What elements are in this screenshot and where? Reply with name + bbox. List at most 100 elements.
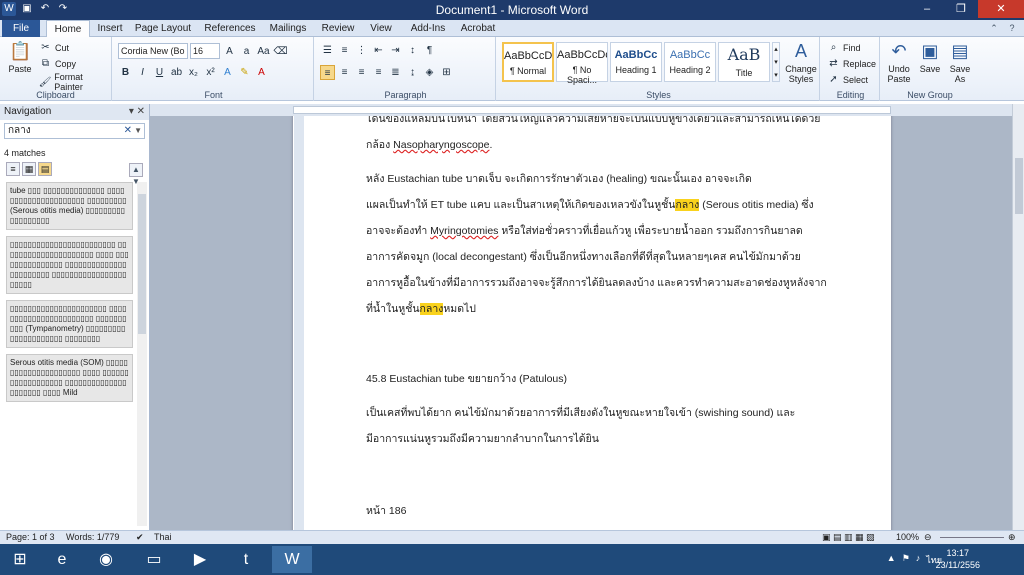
- horizontal-ruler[interactable]: [150, 104, 1012, 116]
- change-case-icon[interactable]: Aa: [256, 44, 271, 59]
- format-painter-button[interactable]: 🖌 Format Painter: [38, 72, 111, 92]
- media-icon[interactable]: ▶: [180, 546, 220, 573]
- navigation-scrollbar[interactable]: [137, 182, 147, 526]
- select-button[interactable]: ➚ Select: [826, 72, 868, 87]
- style-no-spacing[interactable]: AaBbCcDc ¶ No Spaci...: [556, 42, 608, 85]
- line-spacing-icon[interactable]: ↨: [405, 65, 420, 80]
- document-page[interactable]: โดนของแหลมบนใบหน้า โดยส่วนใหญ่แล้วความเส…: [293, 116, 891, 530]
- chrome-icon[interactable]: ◉: [86, 546, 126, 573]
- borders-icon[interactable]: ⊞: [439, 65, 454, 80]
- replace-button[interactable]: ⇄ Replace: [826, 56, 876, 71]
- font-size-combo[interactable]: 16: [190, 43, 220, 59]
- styles-scroll[interactable]: ▴ ▾ ▾: [772, 42, 780, 82]
- navigation-search-input[interactable]: กลาง ✕ ▼: [4, 123, 145, 139]
- tab-review[interactable]: Review: [320, 20, 356, 37]
- result-nav-arrows[interactable]: ▲ ▼: [129, 163, 143, 186]
- minimize-ribbon-icon[interactable]: ⌃: [988, 22, 1000, 34]
- save-button[interactable]: ▣ Save: [916, 40, 944, 74]
- ie-icon[interactable]: e: [42, 546, 82, 573]
- bullets-icon[interactable]: ☰: [320, 43, 335, 58]
- style-heading-2[interactable]: AaBbCc Heading 2: [664, 42, 716, 82]
- navigation-scroll-thumb[interactable]: [138, 194, 146, 334]
- search-result-item[interactable]: tube ▯▯▯ ▯▯▯▯▯▯▯▯▯▯▯▯▯▯ ▯▯▯▯▯▯▯▯▯▯▯▯▯▯▯▯…: [6, 182, 133, 230]
- view-buttons[interactable]: ▣ ▤ ▥ ▦ ▧: [822, 531, 875, 544]
- close-navigation-icon[interactable]: ▾ ✕: [129, 104, 145, 120]
- tray-arrow-icon[interactable]: ▲: [887, 553, 896, 567]
- subscript-icon[interactable]: x₂: [186, 65, 201, 80]
- text-effects-icon[interactable]: A: [220, 65, 235, 80]
- clock[interactable]: 13:17 23/11/2556: [936, 547, 980, 571]
- tab-acrobat[interactable]: Acrobat: [458, 20, 498, 37]
- explorer-icon[interactable]: ▭: [134, 546, 174, 573]
- browse-pages-icon[interactable]: ▦: [22, 162, 36, 176]
- tab-page-layout[interactable]: Page Layout: [134, 20, 192, 37]
- strikethrough-icon[interactable]: ab: [169, 65, 184, 80]
- volume-icon[interactable]: ♪: [916, 553, 921, 567]
- show-formatting-icon[interactable]: ¶: [422, 43, 437, 58]
- clear-format-icon[interactable]: ⌫: [273, 44, 288, 59]
- highlight-icon[interactable]: ✎: [237, 65, 252, 80]
- tab-mailings[interactable]: Mailings: [266, 20, 310, 37]
- minimize-button[interactable]: ‒: [910, 0, 944, 18]
- page-count[interactable]: Page: 1 of 3: [6, 531, 55, 544]
- tab-file[interactable]: File: [2, 20, 40, 37]
- zoom-level[interactable]: 100%: [896, 531, 919, 544]
- distributed-icon[interactable]: ≣: [388, 65, 403, 80]
- word-count[interactable]: Words: 1/779: [66, 531, 119, 544]
- grow-font-icon[interactable]: A: [222, 44, 237, 59]
- numbering-icon[interactable]: ≡: [337, 43, 352, 58]
- language-indicator[interactable]: Thai: [154, 531, 172, 544]
- zoom-slider[interactable]: [940, 537, 1004, 538]
- style-normal[interactable]: AaBbCcDc ¶ Normal: [502, 42, 554, 82]
- increase-indent-icon[interactable]: ⇥: [388, 43, 403, 58]
- multilevel-list-icon[interactable]: ⋮: [354, 43, 369, 58]
- save-as-button[interactable]: ▤ Save As: [946, 40, 974, 84]
- shrink-font-icon[interactable]: a: [239, 44, 254, 59]
- change-styles-button[interactable]: A Change Styles: [784, 40, 818, 84]
- tab-home[interactable]: Home: [46, 20, 90, 38]
- sort-icon[interactable]: ↕: [405, 43, 420, 58]
- zoom-out-icon[interactable]: ⊖: [924, 531, 932, 544]
- align-center-icon[interactable]: ≡: [337, 65, 352, 80]
- shading-icon[interactable]: ◈: [422, 65, 437, 80]
- style-title[interactable]: AaB Title: [718, 42, 770, 82]
- undo-paste-button[interactable]: ↶ Undo Paste: [884, 40, 914, 84]
- document-scroll-thumb[interactable]: [1015, 158, 1023, 214]
- copy-button[interactable]: ⧉ Copy: [38, 56, 76, 71]
- search-options-icon[interactable]: ▼: [134, 124, 142, 138]
- justify-icon[interactable]: ≡: [371, 65, 386, 80]
- search-result-item[interactable]: ▯▯▯▯▯▯▯▯▯▯▯▯▯▯▯▯▯▯▯▯▯▯▯▯ ▯▯▯▯▯▯▯▯▯▯▯▯▯▯▯…: [6, 236, 133, 294]
- tab-insert[interactable]: Insert: [92, 20, 128, 37]
- align-right-icon[interactable]: ≡: [354, 65, 369, 80]
- align-left-icon[interactable]: ≡: [320, 65, 335, 80]
- font-name-combo[interactable]: Cordia New (Bo: [118, 43, 188, 59]
- italic-icon[interactable]: I: [135, 65, 150, 80]
- search-result-item[interactable]: ▯▯▯▯▯▯▯▯▯▯▯▯▯▯▯▯▯▯▯▯▯▯ ▯▯▯▯▯▯▯▯▯▯▯▯▯▯▯▯▯…: [6, 300, 133, 348]
- proofing-icon[interactable]: ✔: [136, 531, 144, 544]
- network-icon[interactable]: ⚑: [902, 553, 910, 567]
- tab-add-ins[interactable]: Add-Ins: [408, 20, 448, 37]
- style-heading-1[interactable]: AaBbCc Heading 1: [610, 42, 662, 82]
- paste-button[interactable]: 📋 Paste: [4, 40, 36, 74]
- restore-button[interactable]: ❐: [944, 0, 978, 18]
- help-icon[interactable]: ?: [1006, 22, 1018, 34]
- close-button[interactable]: ✕: [978, 0, 1024, 18]
- bold-icon[interactable]: B: [118, 65, 133, 80]
- decrease-indent-icon[interactable]: ⇤: [371, 43, 386, 58]
- search-result-item[interactable]: Serous otitis media (SOM) ▯▯▯▯▯▯▯▯▯▯▯▯▯▯…: [6, 354, 133, 402]
- windows-start-icon[interactable]: ⊞: [0, 546, 40, 573]
- word-icon[interactable]: W: [272, 546, 312, 573]
- tab-references[interactable]: References: [202, 20, 258, 37]
- document-scrollbar[interactable]: [1012, 104, 1024, 530]
- underline-icon[interactable]: U: [152, 65, 167, 80]
- tab-view[interactable]: View: [366, 20, 396, 37]
- font-color-icon[interactable]: A: [254, 65, 269, 80]
- find-button[interactable]: ⌕ Find: [826, 40, 861, 55]
- browse-results-icon[interactable]: ▤: [38, 162, 52, 176]
- superscript-icon[interactable]: x²: [203, 65, 218, 80]
- cut-button[interactable]: ✂ Cut: [38, 40, 69, 55]
- browse-headings-icon[interactable]: ≡: [6, 162, 20, 176]
- zoom-in-icon[interactable]: ⊕: [1008, 531, 1016, 544]
- torrent-icon[interactable]: t: [226, 546, 266, 573]
- clear-search-icon[interactable]: ✕: [124, 124, 132, 138]
